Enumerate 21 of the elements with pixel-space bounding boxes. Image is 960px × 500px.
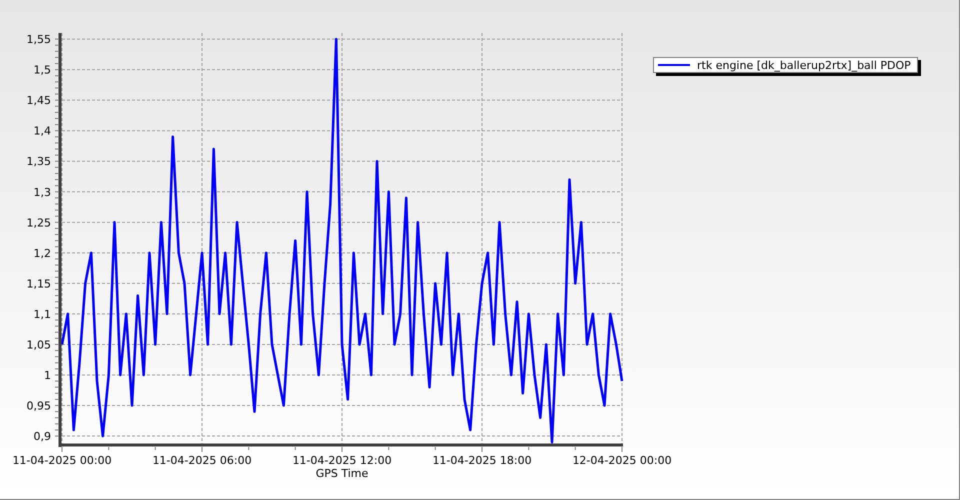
axis-tick-label: 1,35 xyxy=(26,155,51,168)
axis-tick-label: 1 xyxy=(44,369,51,382)
axis-title: GPS Time xyxy=(316,467,368,480)
axis-tick-label: 1,2 xyxy=(34,246,51,260)
axis-tick-label: 0,9 xyxy=(34,430,51,444)
axis-tick-label: 1,05 xyxy=(26,338,51,352)
axis-tick-label: 11-04-2025 12:00 xyxy=(292,454,392,467)
axis-tick-label: 11-04-2025 06:00 xyxy=(152,454,252,467)
axis-tick-label: 0,95 xyxy=(26,400,51,413)
legend-label: rtk engine [dk_ballerup2rtx]_ball PDOP xyxy=(697,60,912,70)
axis-tick-label: 1,15 xyxy=(26,277,51,290)
axis-tick-label: 1,3 xyxy=(34,186,51,199)
axis-tick-label: 1,5 xyxy=(34,64,51,77)
axis-tick-label: 1,45 xyxy=(26,94,51,108)
axis-tick-label: 1,4 xyxy=(34,124,51,138)
axis-tick-label: 12-04-2025 00:00 xyxy=(572,454,672,467)
axis-tick-label: 11-04-2025 18:00 xyxy=(432,454,532,467)
axis-tick-label: 1,25 xyxy=(26,216,51,230)
axis-tick-label: 1,55 xyxy=(26,33,51,46)
axis-tick-label: 11-04-2025 00:00 xyxy=(12,454,112,467)
axis-tick-label: 1,1 xyxy=(34,308,51,321)
